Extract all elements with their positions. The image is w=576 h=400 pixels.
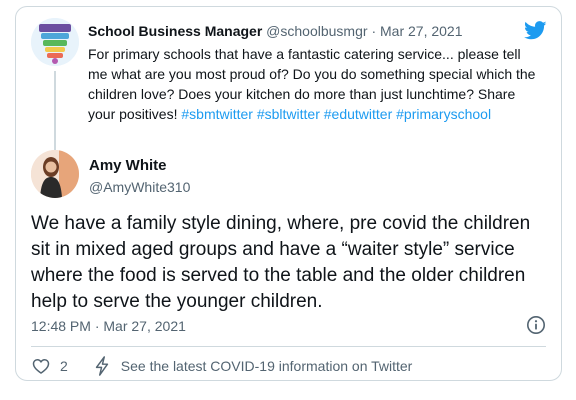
lightning-icon xyxy=(94,356,110,376)
tweet-timestamp[interactable]: 12:48 PM · Mar 27, 2021 xyxy=(31,317,186,335)
twitter-bird-icon[interactable] xyxy=(524,21,547,40)
parent-avatar[interactable] xyxy=(31,18,79,66)
hashtag-link[interactable]: #primaryschool xyxy=(396,106,491,122)
tweet-date: Mar 27, 2021 xyxy=(103,318,186,334)
parent-tweet-header: School Business Manager @schoolbusmgr · … xyxy=(88,22,463,40)
hashtag-link[interactable]: #edutwitter xyxy=(324,106,392,122)
embedded-tweet-card: School Business Manager @schoolbusmgr · … xyxy=(15,6,562,381)
parent-separator: · xyxy=(371,23,377,39)
reply-avatar-image xyxy=(31,150,79,198)
thread-connector-line xyxy=(54,71,56,151)
tweet-time: 12:48 PM xyxy=(31,318,91,334)
reply-avatar[interactable] xyxy=(31,150,79,198)
parent-avatar-image xyxy=(31,18,79,66)
reply-author-name[interactable]: Amy White xyxy=(89,157,167,175)
parent-author-name[interactable]: School Business Manager xyxy=(88,23,262,39)
reply-author-handle[interactable]: @AmyWhite310 xyxy=(89,178,190,196)
like-count: 2 xyxy=(60,358,68,374)
like-button[interactable]: 2 xyxy=(31,356,68,376)
hashtag-link[interactable]: #sbmtwitter xyxy=(181,106,253,122)
tweet-time-separator: · xyxy=(94,318,100,334)
parent-author-handle[interactable]: @schoolbusmgr xyxy=(266,23,367,39)
tweet-actions: 2 See the latest COVID-19 information on… xyxy=(31,355,412,377)
covid-info-label: See the latest COVID-19 information on T… xyxy=(120,358,413,374)
parent-tweet-text: For primary schools that have a fantasti… xyxy=(88,44,543,124)
parent-date[interactable]: Mar 27, 2021 xyxy=(380,23,463,39)
reply-tweet-text: We have a family style dining, where, pr… xyxy=(31,213,531,312)
heart-icon xyxy=(31,356,51,376)
actions-divider xyxy=(31,346,546,347)
info-icon[interactable] xyxy=(526,315,546,335)
covid-info-link[interactable]: See the latest COVID-19 information on T… xyxy=(94,356,413,376)
hashtag-link[interactable]: #sbltwitter xyxy=(257,106,320,122)
